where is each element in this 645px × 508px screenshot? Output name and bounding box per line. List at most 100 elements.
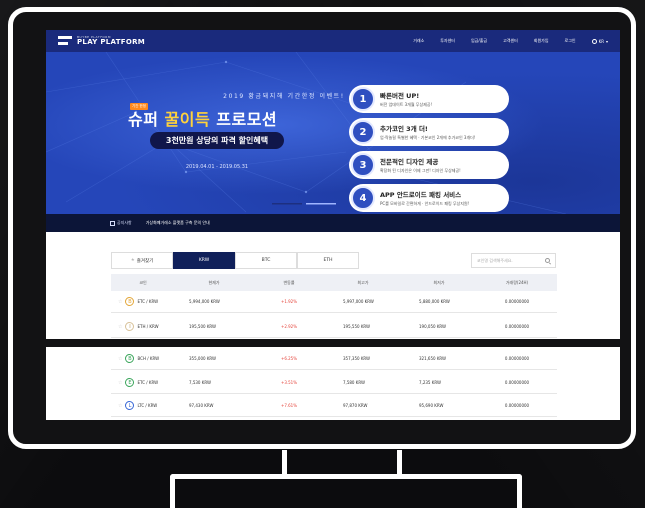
screen-split-gap (46, 339, 620, 347)
search-placeholder: 코인명 검색해주세요. (477, 257, 513, 263)
feature-card-2: 2 추가코인 3개 더! 업·락놀릴 특별한 혜택 · 기본코인 2개에 추가코… (349, 118, 509, 146)
coin-change: +7.61% (280, 403, 298, 408)
coin-change: +2.92% (280, 324, 298, 329)
globe-icon (591, 38, 597, 44)
coin-icon: L (125, 401, 135, 410)
coin-high: 97,870 KRW (343, 403, 368, 408)
banner-discount-pill: 3천만원 상당의 파격 할인혜택 (150, 132, 284, 149)
feature-card-4: 4 APP 안드로이드 패킹 서비스 PC를 모바일로 간편하게 · 안드로이드… (349, 184, 509, 212)
coin-change: +1.92% (280, 299, 298, 304)
coin-price: 97,430 KRW (189, 403, 214, 408)
chevron-down-icon: ▾ (605, 38, 608, 44)
search-icon[interactable] (545, 258, 550, 263)
feature-title: 빠른버전 UP! (380, 92, 420, 100)
feature-title: APP 안드로이드 패킹 서비스 (380, 191, 462, 199)
nav-deposit-withdraw[interactable]: 입금/출금 (471, 38, 487, 44)
monitor-stand-base (170, 474, 522, 508)
coin-price: 5,994,000 KRW (189, 299, 220, 304)
top-navigation: BUYBE PLATFORM PLAY PLATFORM 거래소 투자센터 입금… (46, 30, 620, 52)
favorite-star-icon[interactable]: ☆ (118, 380, 122, 386)
col-low: 최저가 (433, 279, 445, 285)
feature-number: 2 (351, 120, 375, 144)
feature-title: 추가코인 3개 더! (380, 125, 428, 133)
favorite-star-icon[interactable]: ☆ (118, 299, 122, 305)
feature-desc: 확장화 된 디자인은 이제 그만! 디자인 무상제공! (380, 168, 461, 173)
star-icon: ★ (130, 258, 135, 263)
monitor-stand-neck (282, 450, 402, 476)
feature-card-3: 3 전문적인 디자인 제공 확장화 된 디자인은 이제 그만! 디자인 무상제공… (349, 151, 509, 179)
coin-pair: ETH / KRW (137, 324, 159, 329)
coin-icon: I (125, 322, 135, 331)
nav-exchange[interactable]: 거래소 (413, 38, 424, 44)
coin-low: 5,880,000 KRW (419, 299, 450, 304)
table-row[interactable]: ☆ I ETH / KRW 195,500 KRW +2.92% 195,550… (111, 316, 557, 338)
coin-low: 190,050 KRW (419, 324, 447, 329)
col-change: 변동률 (283, 279, 295, 285)
coin-pair: ETC / KRW (137, 299, 159, 304)
feature-number: 3 (351, 153, 375, 177)
language-selector[interactable]: KR ▾ (591, 38, 608, 44)
coin-icon: E (125, 378, 135, 387)
coin-volume: 0.00000000 (504, 403, 530, 408)
coin-change: +6.25% (280, 356, 298, 361)
table-row[interactable]: ☆ L LTC / KRW 97,430 KRW +7.61% 97,870 K… (111, 395, 557, 417)
banner-title: 슈퍼 꿀이득 프로모션 (128, 110, 278, 129)
coin-price: 7,530 KRW (189, 380, 211, 385)
promo-banner[interactable]: 2019 황금돼지해 기간한정 이벤트! 기간 한정 슈퍼 꿀이득 프로모션 3… (46, 52, 620, 214)
table-row[interactable]: ☆ B BCH / KRW 355,000 KRW +6.25% 357,350… (111, 348, 557, 370)
nav-customer-center[interactable]: 고객센터 (503, 38, 518, 44)
coin-pair: BCH / KRW (137, 356, 160, 361)
feature-number: 1 (351, 87, 375, 111)
col-volume: 거래량(24H) (505, 279, 529, 285)
favorite-star-icon[interactable]: ☆ (118, 324, 122, 330)
coin-price: 355,000 KRW (189, 356, 217, 361)
market-tabs: ★ 즐겨찾기 KRW BTC ETH (111, 252, 359, 269)
favorite-star-icon[interactable]: ☆ (118, 356, 122, 362)
logo-icon (58, 35, 72, 47)
coin-pair: LTC / KRW (137, 403, 158, 408)
notice-bar[interactable]: 공지사항 가상화폐거래소 플랫폼 구축 문의 안내 (46, 214, 620, 232)
coin-volume: 0.00000000 (504, 324, 530, 329)
feature-card-1: 1 빠른버전 UP! 버전 업데이트 3개월 무상제공! (349, 85, 509, 113)
notice-text[interactable]: 가상화폐거래소 플랫폼 구축 문의 안내 (146, 220, 210, 226)
table-row[interactable]: ☆ E ETC / KRW 7,530 KRW +3.51% 7,580 KRW… (111, 372, 557, 394)
table-row[interactable]: ☆ B ETC / KRW 5,994,000 KRW +1.92% 5,997… (111, 291, 557, 313)
favorite-star-icon[interactable]: ☆ (118, 403, 122, 409)
col-high: 최고가 (357, 279, 369, 285)
coin-high: 195,550 KRW (343, 324, 371, 329)
coin-volume: 0.00000000 (504, 299, 530, 304)
nav-invest-center[interactable]: 투자센터 (440, 38, 455, 44)
banner-background-lines (46, 52, 567, 214)
feature-desc: PC를 모바일로 간편하게 · 안드로이드 패킹 무상지원! (380, 201, 470, 206)
tab-favorites[interactable]: ★ 즐겨찾기 (111, 252, 173, 269)
feature-number: 4 (351, 186, 375, 210)
coin-volume: 0.00000000 (504, 356, 530, 361)
coin-low: 321,650 KRW (419, 356, 447, 361)
feature-desc: 버전 업데이트 3개월 무상제공! (380, 102, 433, 107)
feature-title: 전문적인 디자인 제공 (380, 158, 439, 166)
coin-high: 5,997,000 KRW (343, 299, 374, 304)
coin-low: 95,690 KRW (419, 403, 444, 408)
logo-title: PLAY PLATFORM (77, 38, 146, 46)
coin-high: 7,580 KRW (343, 380, 365, 385)
notice-label: 공지사항 (110, 220, 132, 226)
tab-btc[interactable]: BTC (235, 252, 297, 269)
coin-volume: 0.00000000 (504, 380, 530, 385)
banner-date: 2019.04.01 - 2019.05.31 (185, 164, 249, 170)
logo[interactable]: BUYBE PLATFORM PLAY PLATFORM (58, 35, 145, 47)
coin-pair: ETC / KRW (137, 380, 159, 385)
coin-high: 357,350 KRW (343, 356, 371, 361)
logo-subtitle: BUYBE PLATFORM (77, 35, 111, 39)
coin-change: +3.51% (280, 380, 298, 385)
coin-icon: B (125, 297, 135, 306)
coin-low: 7,235 KRW (419, 380, 441, 385)
notice-icon (110, 220, 115, 226)
tab-eth[interactable]: ETH (297, 252, 359, 269)
nav-login[interactable]: 로그인 (565, 38, 576, 44)
nav-signup[interactable]: 회원가입 (534, 38, 549, 44)
coin-search-input[interactable]: 코인명 검색해주세요. (471, 253, 556, 268)
market-table-header: 코인 현재가 변동률 최고가 최저가 거래량(24H) (111, 274, 557, 291)
coin-icon: B (125, 354, 135, 363)
tab-krw[interactable]: KRW (173, 252, 235, 269)
feature-desc: 업·락놀릴 특별한 혜택 · 기본코인 2개에 추가코인 3개더! (380, 135, 476, 140)
